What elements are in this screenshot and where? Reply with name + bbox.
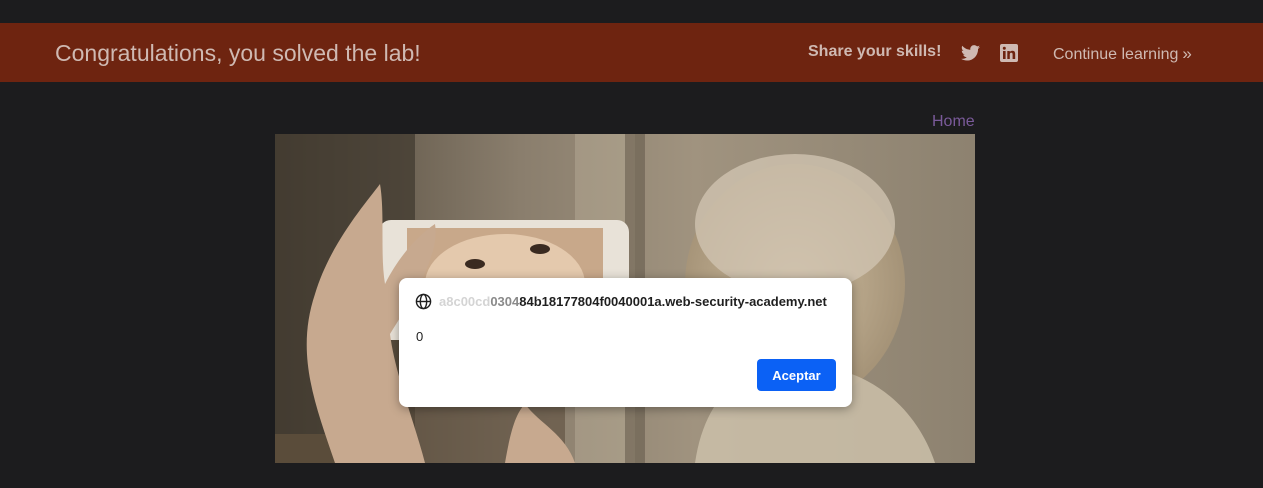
- dialog-origin-url: a8c00cd030484b18177804f0040001a.web-secu…: [439, 294, 827, 309]
- javascript-alert-dialog: a8c00cd030484b18177804f0040001a.web-secu…: [399, 278, 852, 407]
- share-skills-label: Share your skills!: [808, 43, 942, 60]
- linkedin-icon[interactable]: [1000, 44, 1018, 62]
- twitter-icon[interactable]: [961, 45, 980, 61]
- continue-learning-link[interactable]: Continue learning»: [1053, 44, 1192, 64]
- origin-main-part: 84b18177804f0040001a.web-security-academ…: [519, 294, 827, 309]
- globe-icon: [415, 293, 432, 310]
- dialog-message: 0: [416, 329, 424, 344]
- continue-learning-label: Continue learning: [1053, 46, 1179, 63]
- banner-title: Congratulations, you solved the lab!: [55, 40, 421, 66]
- double-chevron-right-icon: »: [1182, 44, 1192, 63]
- origin-faded-part: a8c00cd: [439, 294, 491, 309]
- accept-button[interactable]: Aceptar: [757, 359, 836, 391]
- home-link[interactable]: Home: [932, 113, 975, 131]
- lab-solved-banner: Congratulations, you solved the lab! Sha…: [0, 23, 1263, 82]
- top-strip: [0, 0, 1263, 23]
- origin-mid-part: 0304: [490, 294, 520, 309]
